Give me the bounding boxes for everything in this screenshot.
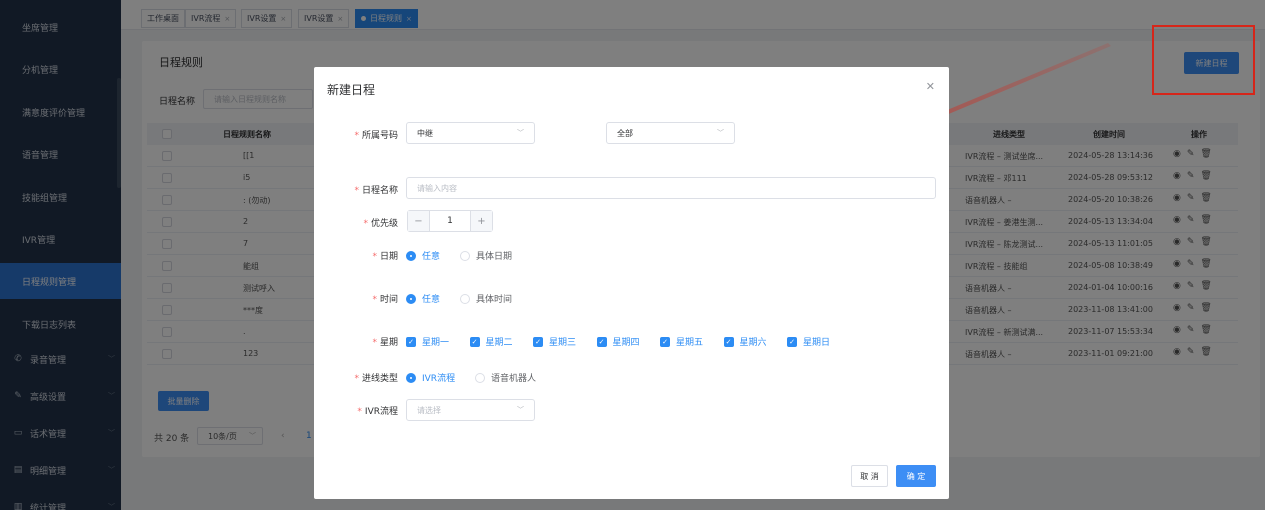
number-type-select[interactable]: 中继 ﹀ xyxy=(406,122,535,144)
radio-dot-icon xyxy=(475,372,485,383)
weekday-checkbox[interactable]: ✓ 星期一 xyxy=(406,335,449,348)
weekday-checkbox[interactable]: ✓ 星期六 xyxy=(723,335,767,348)
ivr-flow-select[interactable]: 请选择 ﹀ xyxy=(406,399,535,421)
confirm-button[interactable]: 确 定 xyxy=(896,465,936,487)
decrement-button[interactable]: − xyxy=(408,211,429,231)
chevron-down-icon: ﹀ xyxy=(717,129,724,137)
checkmark-icon: ✓ xyxy=(660,336,670,347)
checkmark-icon: ✓ xyxy=(787,336,797,347)
cancel-button[interactable]: 取 消 xyxy=(851,465,888,487)
label-text: 星期 xyxy=(379,338,398,348)
weekday-checkbox[interactable]: ✓ 星期四 xyxy=(596,335,640,348)
weekday-checkbox[interactable]: ✓ 星期日 xyxy=(787,335,830,348)
radio-label: 具体日期 xyxy=(476,252,513,262)
label-text: 进线类型 xyxy=(361,374,398,384)
select-placeholder: 请选择 xyxy=(417,405,441,415)
radio-label: 任意 xyxy=(422,252,441,262)
priority-value[interactable]: 1 xyxy=(429,211,471,231)
time-specific-radio[interactable]: 具体时间 xyxy=(460,292,512,305)
weekday-label: 星期五 xyxy=(676,338,704,348)
schedule-name-input[interactable]: 请输入内容 xyxy=(406,177,936,199)
label-text: 优先级 xyxy=(370,219,398,229)
checkmark-icon: ✓ xyxy=(406,336,416,347)
radio-dot-icon xyxy=(460,293,470,304)
name-label: * 日程名称 xyxy=(354,186,398,196)
increment-button[interactable]: + xyxy=(471,211,492,231)
close-icon[interactable]: ✕ xyxy=(926,80,935,93)
label-text: IVR流程 xyxy=(364,407,398,417)
line-type-ivr-radio[interactable]: IVR流程 xyxy=(406,371,455,384)
ivr-flow-label: * IVR流程 xyxy=(357,407,398,417)
label-text: 所属号码 xyxy=(361,131,398,141)
radio-dot-icon xyxy=(460,250,470,261)
checkmark-icon: ✓ xyxy=(723,336,734,347)
priority-label: * 优先级 xyxy=(363,219,398,229)
weekday-label: 星期四 xyxy=(612,338,640,348)
label-text: 日期 xyxy=(379,252,398,262)
radio-label: 任意 xyxy=(422,295,441,305)
time-any-radio[interactable]: 任意 xyxy=(406,292,440,305)
line-type-label: * 进线类型 xyxy=(354,374,398,384)
radio-label: IVR流程 xyxy=(422,374,456,384)
new-schedule-dialog: 新建日程 ✕ * 所属号码 中继 ﹀ 全部 ﹀ * 日程名称 请输入内容 * 优先级 − … xyxy=(314,67,949,499)
radio-dot-icon xyxy=(406,293,416,304)
date-label: * 日期 xyxy=(372,252,398,262)
date-any-radio[interactable]: 任意 xyxy=(406,249,440,262)
weekday-label: 星期二 xyxy=(485,338,513,348)
weekday-checkbox[interactable]: ✓ 星期二 xyxy=(469,335,513,348)
label-text: 时间 xyxy=(379,295,398,305)
weekday-label: * 星期 xyxy=(372,338,398,348)
chevron-down-icon: ﹀ xyxy=(517,406,524,414)
weekday-checkbox[interactable]: ✓ 星期五 xyxy=(660,335,703,348)
weekday-label: 星期日 xyxy=(803,338,831,348)
select-value: 中继 xyxy=(417,128,433,138)
weekday-label: 星期三 xyxy=(549,338,577,348)
checkmark-icon: ✓ xyxy=(469,336,480,347)
number-scope-select[interactable]: 全部 ﹀ xyxy=(606,122,735,144)
weekday-label: 星期六 xyxy=(739,338,767,348)
radio-dot-icon xyxy=(406,372,416,383)
checkmark-icon: ✓ xyxy=(596,336,607,347)
date-specific-radio[interactable]: 具体日期 xyxy=(460,249,512,262)
weekday-checkbox[interactable]: ✓ 星期三 xyxy=(533,335,576,348)
weekday-label: 星期一 xyxy=(422,338,450,348)
select-value: 全部 xyxy=(617,128,633,138)
label-text: 日程名称 xyxy=(361,186,398,196)
radio-dot-icon xyxy=(406,250,416,261)
dialog-title: 新建日程 xyxy=(327,83,376,97)
priority-stepper[interactable]: − 1 + xyxy=(407,210,493,232)
time-label: * 时间 xyxy=(372,295,398,305)
line-type-robot-radio[interactable]: 语音机器人 xyxy=(475,371,536,384)
radio-label: 语音机器人 xyxy=(491,374,537,384)
radio-label: 具体时间 xyxy=(476,295,513,305)
chevron-down-icon: ﹀ xyxy=(517,129,524,137)
number-label: * 所属号码 xyxy=(354,131,398,141)
checkmark-icon: ✓ xyxy=(533,336,543,347)
